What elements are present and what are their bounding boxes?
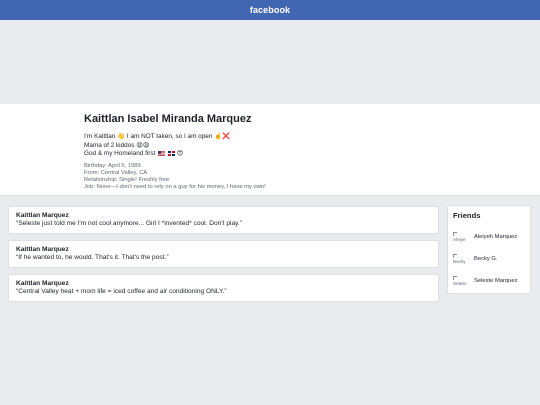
profile-header: Kaittlan Isabel Miranda Marquez I'm Kait… — [0, 104, 540, 196]
friend-item[interactable]: Aleiye Aleiyeh Marquez — [453, 231, 525, 243]
bio-line-2: Mama of 2 kiddos 😩😩 — [84, 141, 150, 149]
avatar-alt-text: Aleiye — [453, 236, 466, 242]
friend-avatar[interactable]: Selest — [453, 275, 469, 287]
profile-name: Kaittlan Isabel Miranda Marquez — [84, 113, 252, 125]
broken-image-icon — [453, 231, 457, 236]
friend-name[interactable]: Becky G. — [474, 256, 498, 262]
post-card[interactable]: Kaittlan Marquez “Seleste just told me I… — [8, 206, 439, 234]
post-card[interactable]: Kaittlan Marquez “If he wanted to, he wo… — [8, 240, 439, 268]
post-author[interactable]: Kaittlan Marquez — [16, 212, 431, 220]
hometown-text: From: Central Valley, CA — [84, 169, 148, 176]
us-flag-icon — [158, 150, 166, 156]
job-text: Job: None—I don't need to rely on a guy … — [84, 183, 266, 190]
posts-feed: Kaittlan Marquez “Seleste just told me I… — [8, 206, 439, 308]
profile-info: Kaittlan Isabel Miranda Marquez I'm Kait… — [84, 112, 524, 191]
friend-item[interactable]: Becky Becky G. — [453, 253, 525, 265]
bio-line-3: God & my Homeland first — [84, 150, 156, 158]
friend-name[interactable]: Aleiyeh Marquez — [474, 234, 517, 240]
avatar-alt-text: Selest — [453, 280, 466, 286]
broken-image-icon — [453, 275, 457, 280]
friend-name[interactable]: Seleste Marquez — [474, 278, 518, 284]
post-author[interactable]: Kaittlan Marquez — [16, 280, 431, 288]
top-navigation-bar: facebook — [0, 0, 540, 20]
avatar-alt-text: Becky — [453, 258, 466, 264]
post-card[interactable]: Kaittlan Marquez “Central Valley heat + … — [8, 274, 439, 302]
dominican-flag-icon — [167, 150, 175, 156]
profile-bio: I'm Kaittlan 👋 I am NOT taken, so I am o… — [84, 133, 524, 159]
facebook-logo[interactable]: facebook — [250, 5, 290, 15]
post-text: “Central Valley heat + mom life = iced c… — [16, 288, 227, 295]
heart-eyes-emoji: 😍 — [176, 150, 184, 158]
post-text: “Seleste just told me I'm not cool anymo… — [16, 220, 242, 227]
bio-line-1: I'm Kaittlan 👋 I am NOT taken, so I am o… — [84, 133, 231, 140]
friends-title: Friends — [453, 211, 481, 220]
relationship-text: Relationship: Single! Freshly free. — [84, 176, 171, 183]
bio-line-3-row: God & my Homeland first 😍 — [84, 150, 524, 159]
friend-item[interactable]: Selest Seleste Marquez — [453, 275, 525, 287]
profile-details: Birthday: April 5, 1989 From: Central Va… — [84, 163, 524, 191]
friend-avatar[interactable]: Becky — [453, 253, 469, 265]
birthday-text: Birthday: April 5, 1989 — [84, 162, 141, 169]
broken-image-icon — [453, 253, 457, 258]
friends-panel: Friends Aleiye Aleiyeh Marquez Becky Bec… — [447, 205, 531, 294]
post-author[interactable]: Kaittlan Marquez — [16, 246, 431, 254]
post-text: “If he wanted to, he would. That's it. T… — [16, 254, 169, 261]
friend-avatar[interactable]: Aleiye — [453, 231, 469, 243]
